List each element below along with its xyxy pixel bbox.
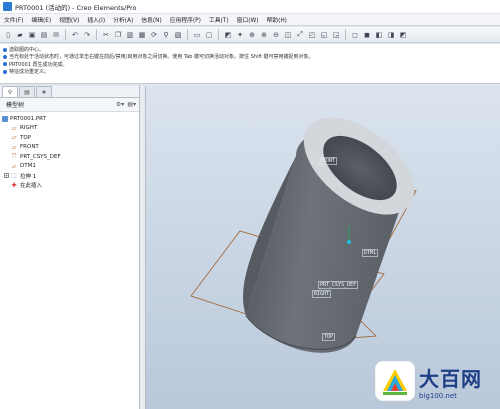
message-line: 选取图的中心。 — [3, 46, 500, 53]
wireframe-icon[interactable]: ◻ — [350, 30, 360, 40]
no-hidden-icon[interactable]: ◧ — [374, 30, 384, 40]
menu-edit[interactable]: 编辑(E) — [27, 15, 55, 24]
hidden-line-icon[interactable]: ◼ — [362, 30, 372, 40]
model-tree-tab[interactable]: ⚲ — [2, 86, 18, 97]
expand-toggle[interactable]: + — [4, 173, 9, 179]
separator — [187, 29, 188, 40]
new-icon[interactable]: ▯ — [3, 30, 13, 40]
model-tree: PRT0001.PRT ▱ RIGHT ▱ TOP ▱ FRONT ⤧ PRT_… — [0, 112, 139, 190]
cylinder-part — [243, 117, 415, 353]
menu-info[interactable]: 信息(N) — [137, 15, 165, 24]
tree-item-extrude[interactable]: + ⬚ 拉伸 1 — [0, 171, 139, 181]
window-title: PRT0001 (活动的) - Creo Elements/Pro — [15, 3, 137, 12]
watermark-logo-icon — [375, 361, 415, 401]
tree-item-dtm1[interactable]: ▱ DTM1 — [0, 162, 139, 172]
window-icon[interactable]: ▭ — [192, 30, 202, 40]
csys-icon: ⤧ — [11, 152, 17, 160]
favorites-tab[interactable]: ★ — [36, 86, 52, 97]
shading-icon[interactable]: ◨ — [386, 30, 396, 40]
front-plane-label[interactable]: FRONT — [318, 157, 338, 165]
datum-plane-icon: ▱ — [11, 124, 17, 132]
title-bar: PRT0001 (活动的) - Creo Elements/Pro — [0, 0, 500, 13]
app-icon — [3, 2, 12, 11]
paste-special-icon[interactable]: ▦ — [137, 30, 147, 40]
tree-item-part[interactable]: PRT0001.PRT — [0, 114, 139, 124]
spin-center-icon[interactable]: ✦ — [235, 30, 245, 40]
show-icon[interactable]: ▤▾ — [127, 101, 136, 108]
separator — [218, 29, 219, 40]
watermark-title: 大百网 — [419, 366, 482, 391]
menu-help[interactable]: 帮助(H) — [262, 15, 290, 24]
saved-views-icon[interactable]: ◰ — [307, 30, 317, 40]
view-manager-icon[interactable]: ◲ — [331, 30, 341, 40]
tree-item-front[interactable]: ▱ FRONT — [0, 143, 139, 153]
part-icon — [2, 115, 8, 122]
folder-browser-tab[interactable]: ▤ — [19, 86, 35, 97]
info-icon — [3, 54, 7, 59]
toolbar: ▯ ▰ ▣ ▤ ✉ ↶ ↷ ✂ ❐ ▥ ▦ ⟳ ⚲ ▧ ▭ ▢ ◩ ✦ ⊕ ⊕ … — [0, 27, 500, 43]
watermark: 大百网 big100.net — [375, 357, 495, 405]
separator — [96, 29, 97, 40]
separator — [345, 29, 346, 40]
separator — [65, 29, 66, 40]
message-line: 特征成功重定义。 — [3, 68, 500, 75]
extrude-icon: ⬚ — [11, 172, 17, 180]
refit-icon[interactable]: ◫ — [283, 30, 293, 40]
tree-item-csys[interactable]: ⤧ PRT_CSYS_DEF — [0, 152, 139, 162]
watermark-url: big100.net — [419, 391, 457, 400]
message-area: 选取图的中心。 当光标处于活动状态时，可通过单击右键在前后/禁用/启用对象之间切… — [0, 44, 500, 84]
settings-icon[interactable]: ⚙▾ — [116, 101, 124, 108]
menu-tools[interactable]: 工具(T) — [205, 15, 233, 24]
tree-item-right[interactable]: ▱ RIGHT — [0, 124, 139, 134]
navigator-tabs: ⚲ ▤ ★ — [0, 86, 139, 98]
tree-item-top[interactable]: ▱ TOP — [0, 133, 139, 143]
top-plane-label[interactable]: TOP — [322, 333, 336, 341]
dtm1-plane-label[interactable]: DTM1 — [362, 249, 379, 257]
zoom-in-icon[interactable]: ⊕ — [259, 30, 269, 40]
redo-icon[interactable]: ↷ — [82, 30, 92, 40]
info-icon — [3, 47, 7, 52]
message-line: PRT0001 再生成功完成。 — [3, 61, 500, 68]
repaint-icon[interactable]: ◩ — [223, 30, 233, 40]
menu-window[interactable]: 窗口(W) — [233, 15, 263, 24]
csys-label[interactable]: PRT_CSYS_DEF — [318, 281, 359, 289]
info-icon — [3, 62, 7, 67]
open-icon[interactable]: ▰ — [15, 30, 25, 40]
menu-analysis[interactable]: 分析(A) — [109, 15, 137, 24]
menu-view[interactable]: 视图(V) — [55, 15, 83, 24]
message-line: 当光标处于活动状态时，可通过单击右键在前后/禁用/启用对象之间切换。使用 Tab… — [3, 53, 500, 60]
cut-icon[interactable]: ✂ — [101, 30, 111, 40]
tree-item-insert-here[interactable]: ✚ 在此插入 — [0, 181, 139, 191]
tree-header-tools: ⚙▾ ▤▾ — [116, 101, 136, 108]
model-tree-title: 模型树 — [6, 102, 25, 109]
datum-plane-icon: ▱ — [11, 134, 17, 142]
save-icon[interactable]: ▣ — [27, 30, 37, 40]
enhanced-realism-icon[interactable]: ◩ — [398, 30, 408, 40]
menu-insert[interactable]: 插入(I) — [83, 15, 109, 24]
menu-file[interactable]: 文件(F) — [0, 15, 27, 24]
menu-applications[interactable]: 应用程序(P) — [166, 15, 205, 24]
undo-icon[interactable]: ↶ — [70, 30, 80, 40]
datum-plane-icon: ▱ — [11, 143, 17, 151]
datum-plane-icon: ▱ — [11, 162, 17, 170]
close-window-icon[interactable]: ▢ — [204, 30, 214, 40]
layers-icon[interactable]: ◱ — [319, 30, 329, 40]
orient-icon[interactable]: ⊕ — [247, 30, 257, 40]
insert-here-icon: ✚ — [11, 181, 17, 189]
menu-bar: 文件(F) 编辑(E) 视图(V) 插入(I) 分析(A) 信息(N) 应用程序… — [0, 14, 500, 26]
model-tree-header: 模型树 ⚙▾ ▤▾ — [0, 98, 139, 112]
email-icon[interactable]: ✉ — [51, 30, 61, 40]
reorient-icon[interactable]: ⤢ — [295, 30, 305, 40]
navigator-panel: ⚲ ▤ ★ 模型树 ⚙▾ ▤▾ PRT0001.PRT ▱ RIGHT ▱ TO… — [0, 86, 140, 409]
find-icon[interactable]: ⚲ — [161, 30, 171, 40]
paste-icon[interactable]: ▥ — [125, 30, 135, 40]
info-icon — [3, 69, 7, 74]
select-icon[interactable]: ▧ — [173, 30, 183, 40]
right-plane-label[interactable]: RIGHT — [312, 290, 332, 298]
zoom-out-icon[interactable]: ⊖ — [271, 30, 281, 40]
print-icon[interactable]: ▤ — [39, 30, 49, 40]
copy-icon[interactable]: ❐ — [113, 30, 123, 40]
regenerate-icon[interactable]: ⟳ — [149, 30, 159, 40]
